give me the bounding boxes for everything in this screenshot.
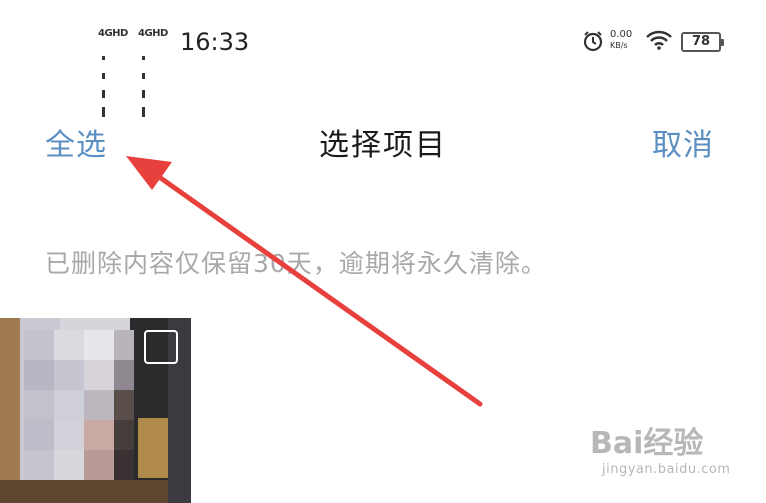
watermark-url: jingyan.baidu.com [602, 462, 731, 477]
clock: 16:33 [180, 28, 250, 56]
battery-icon: 78 [681, 32, 724, 52]
speed-value: 0.00 [610, 29, 633, 40]
signal-bars-icon [142, 41, 146, 117]
alarm-icon [582, 30, 604, 56]
cancel-button[interactable]: 取消 [652, 120, 714, 164]
select-checkbox[interactable] [144, 330, 178, 364]
wifi-icon [646, 30, 672, 54]
network-speed: 0.00 KB/s [610, 29, 640, 51]
speed-unit: KB/s [610, 41, 628, 50]
watermark-logo: Bai经验 [590, 426, 704, 461]
photo-thumbnail[interactable] [0, 318, 191, 503]
network-type-2: 4GHD [138, 28, 168, 39]
network-type-1: 4GHD [98, 28, 128, 39]
select-all-button[interactable]: 全选 [45, 120, 107, 164]
baidu-jingyan-watermark: Bai经验 jingyan.baidu.com [590, 418, 750, 498]
retention-notice: 已删除内容仅保留30天，逾期将永久清除。 [45, 249, 547, 278]
signal-bars-icon [102, 41, 106, 117]
status-bar: 4GHD 4GHD 16:33 0.00 KB/s 78 [0, 0, 766, 117]
